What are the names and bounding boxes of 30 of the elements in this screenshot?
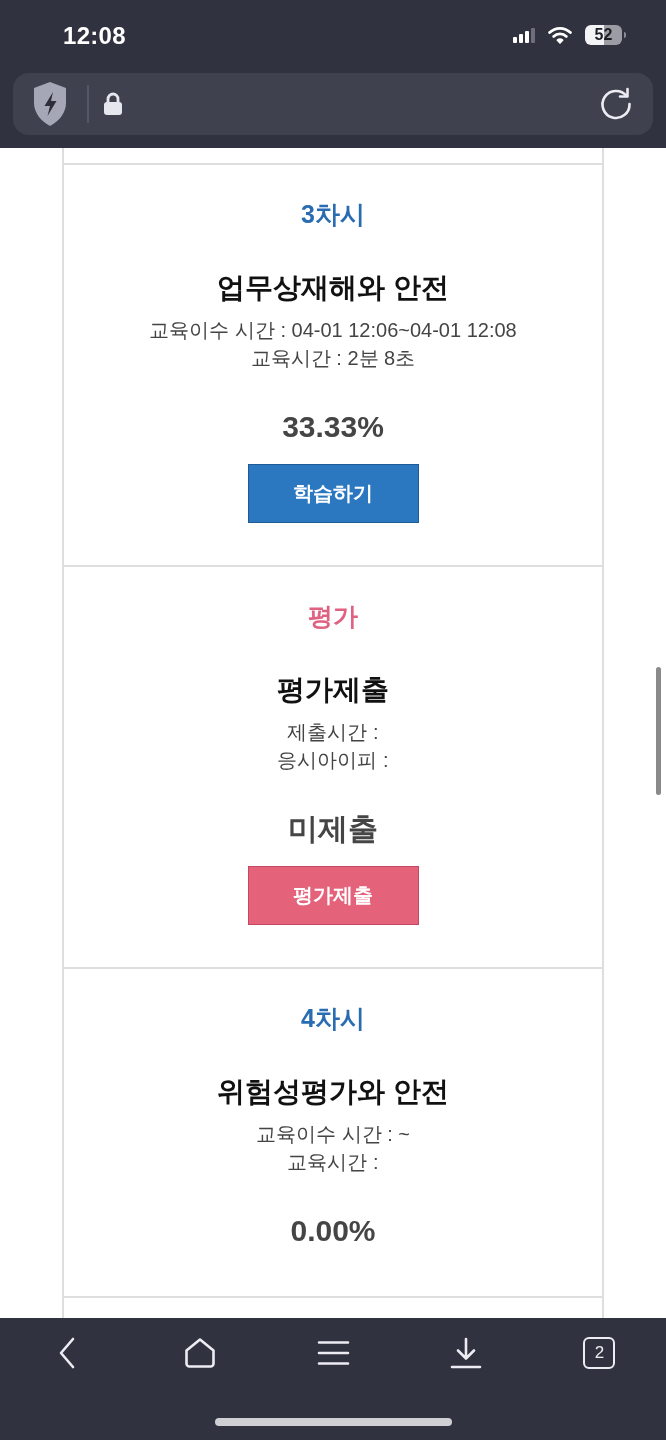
session-detail: 교육이수 시간 : ~	[255, 1122, 411, 1147]
progress-percentage: 0.00%	[289, 1214, 377, 1248]
tabs-button[interactable]: 2	[583, 1337, 616, 1369]
submission-status: 미제출	[287, 812, 379, 846]
reload-icon[interactable]	[599, 87, 633, 121]
session-detail: 제출시간 :	[286, 720, 380, 745]
submit-evaluation-button[interactable]: 평가제출	[247, 866, 419, 925]
download-icon[interactable]	[450, 1337, 483, 1369]
session-title: 위험성평가와 안전	[216, 1075, 450, 1109]
battery-percentage: 52	[594, 26, 613, 44]
session-detail: 교육시간 : 2분 8초	[249, 346, 417, 371]
wifi-icon	[548, 26, 572, 44]
session-title: 업무상재해와 안전	[216, 271, 450, 305]
session-label: 평가	[307, 601, 359, 631]
study-button[interactable]: 학습하기	[247, 464, 419, 523]
signal-icon	[513, 27, 535, 43]
session-detail: 교육시간 :	[286, 1150, 380, 1175]
lock-icon	[102, 91, 123, 115]
session-detail: 응시아이피 :	[276, 748, 390, 773]
shield-icon[interactable]	[33, 81, 67, 127]
session-detail: 교육이수 시간 : 04-01 12:06~04-01 12:08	[148, 318, 518, 343]
menu-icon[interactable]	[316, 1340, 350, 1366]
session-label: 4차시	[300, 1003, 366, 1033]
progress-percentage: 33.33%	[281, 410, 385, 444]
session-title: 평가제출	[276, 673, 390, 707]
status-time: 12:08	[63, 21, 126, 50]
back-icon[interactable]	[57, 1337, 76, 1369]
home-icon[interactable]	[183, 1337, 216, 1369]
session-label: 3차시	[300, 199, 366, 229]
address-bar[interactable]	[13, 73, 653, 135]
